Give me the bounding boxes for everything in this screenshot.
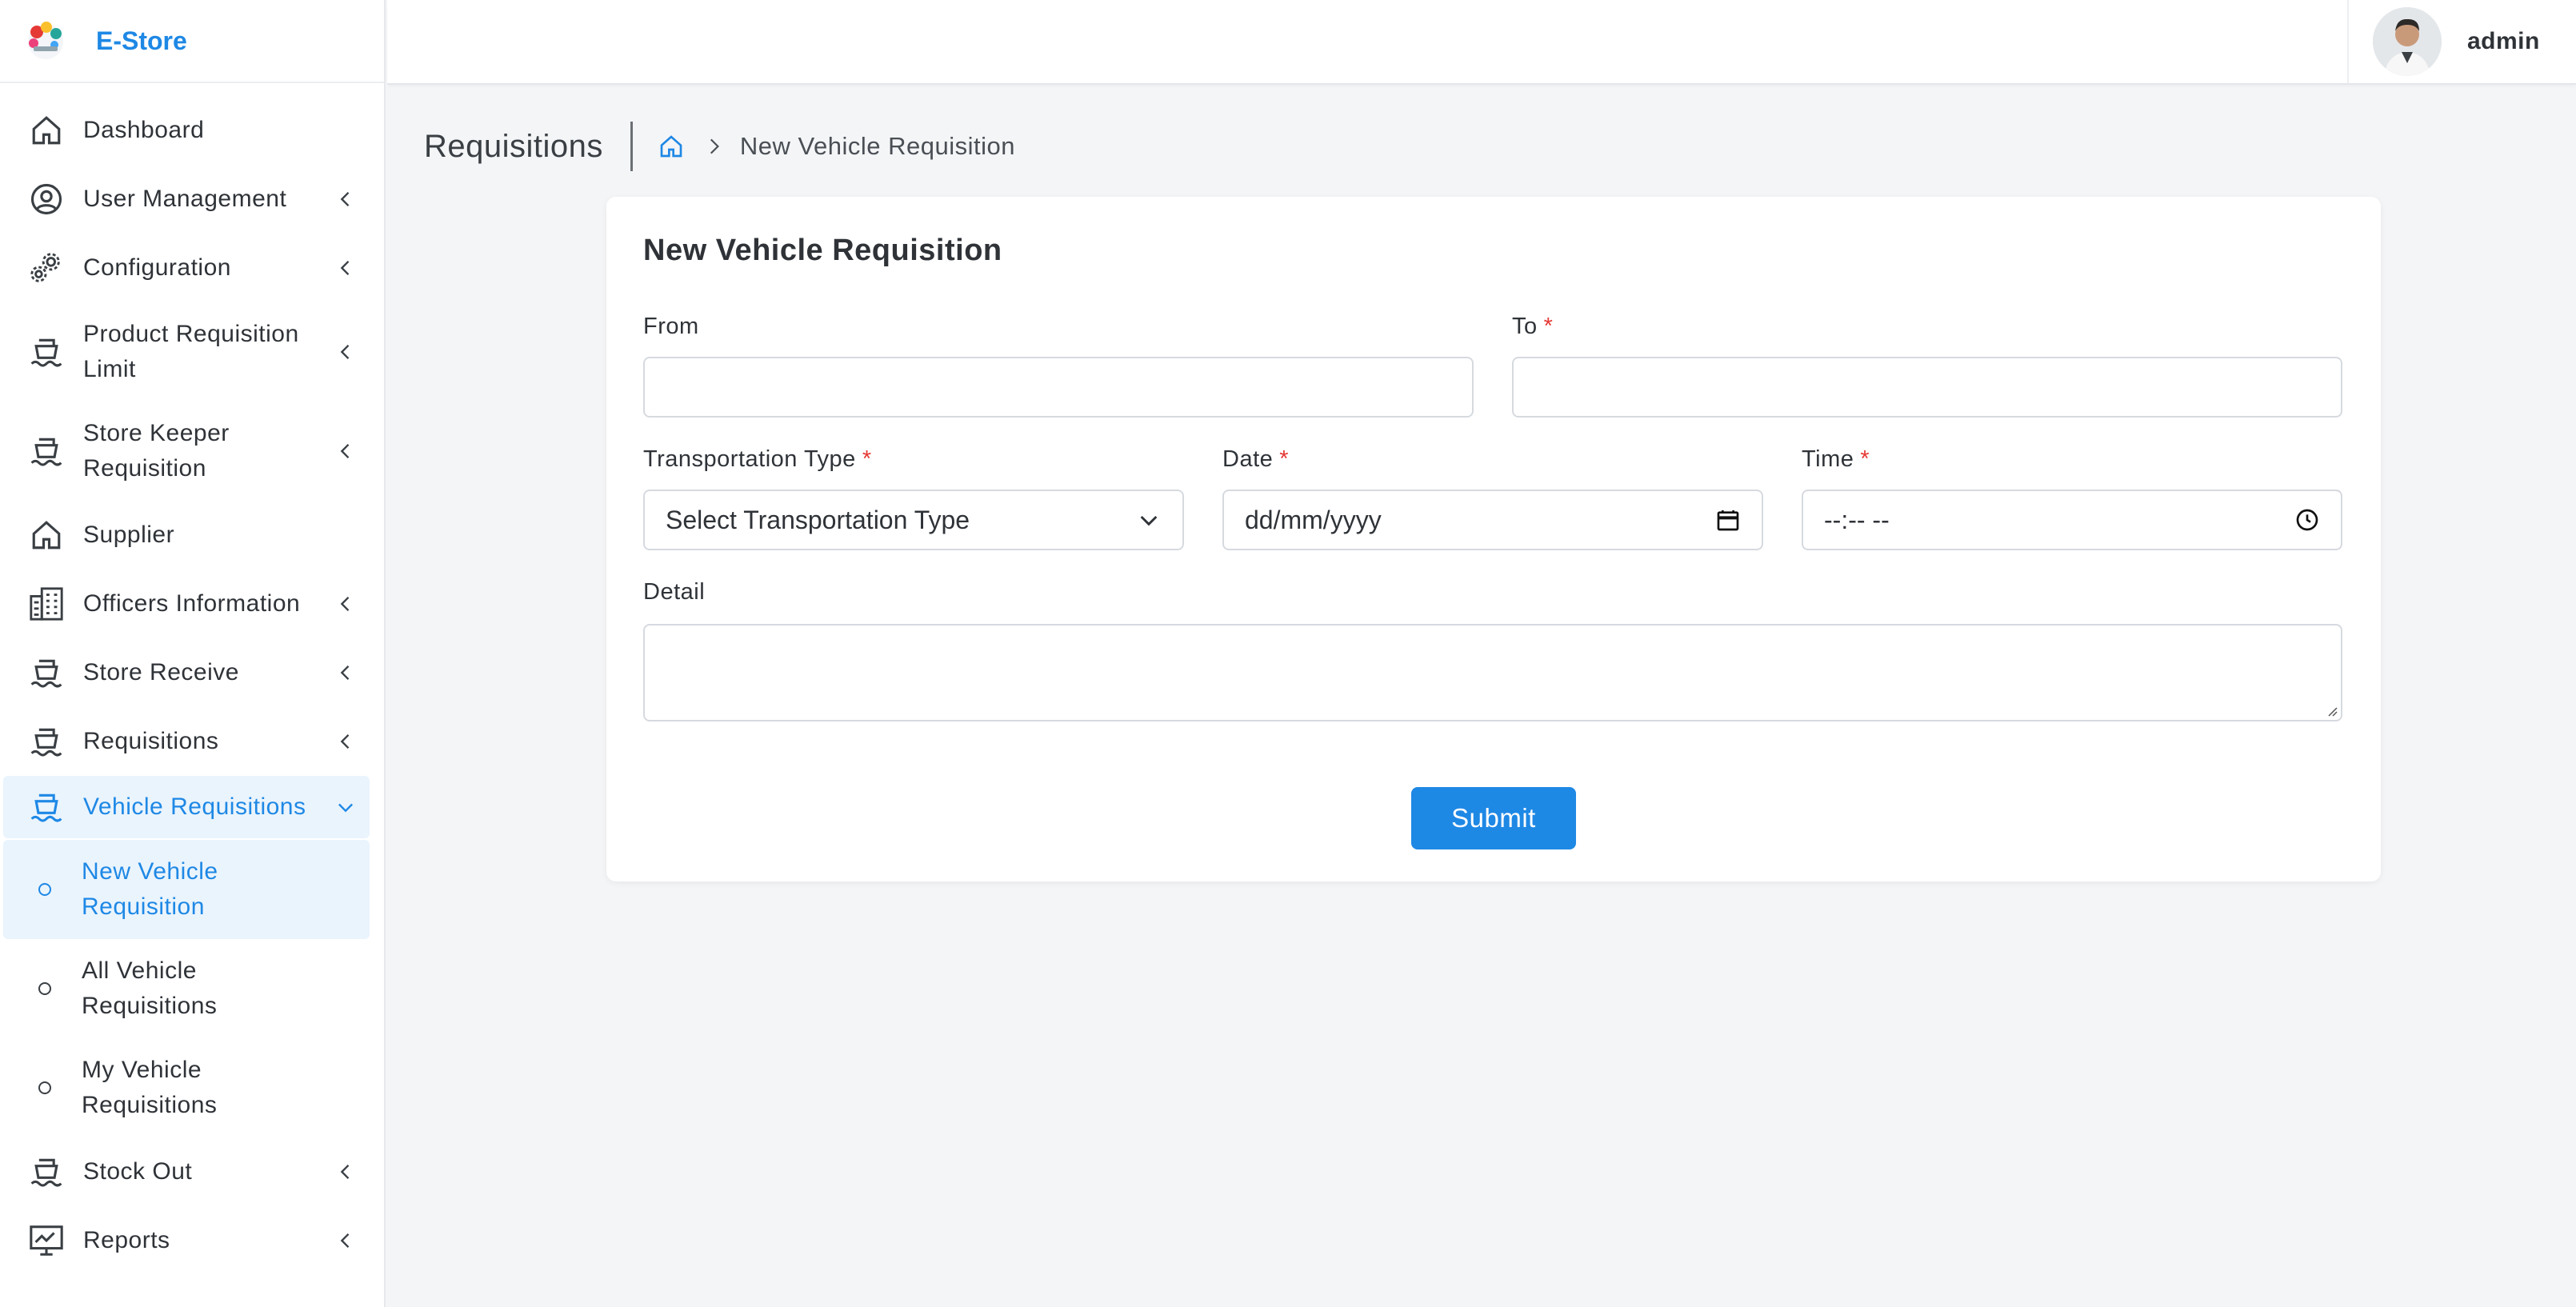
sidebar-subitem-label: New Vehicle Requisition bbox=[82, 858, 218, 920]
brand-name: E-Store bbox=[96, 26, 187, 55]
sidebar-item-supplier[interactable]: Supplier bbox=[0, 501, 384, 570]
user-name: admin bbox=[2467, 28, 2540, 54]
time-label: Time * bbox=[1802, 446, 1870, 472]
gears-icon bbox=[27, 249, 66, 287]
submit-button[interactable]: Submit bbox=[1411, 787, 1576, 849]
required-marker: * bbox=[862, 446, 872, 472]
chevron-left-icon bbox=[340, 345, 350, 359]
chevron-down-icon bbox=[1140, 515, 1158, 526]
sidebar-item-store-keeper-requisition[interactable]: Store Keeper Requisition bbox=[0, 402, 384, 501]
chevron-left-icon bbox=[340, 665, 350, 680]
sidebar-item-label: Store Keeper Requisition bbox=[83, 420, 230, 482]
chevron-left-icon bbox=[340, 734, 350, 749]
chevron-right-icon bbox=[710, 138, 719, 154]
date-label: Date * bbox=[1222, 446, 1290, 472]
to-label: To * bbox=[1512, 314, 1554, 339]
chevron-left-icon bbox=[340, 597, 350, 611]
sidebar-item-label: Vehicle Requisitions bbox=[83, 793, 306, 820]
required-marker: * bbox=[1543, 314, 1554, 339]
required-marker: * bbox=[1860, 446, 1870, 472]
chevron-left-icon bbox=[340, 1165, 350, 1179]
sidebar-item-requisitions[interactable]: Requisitions bbox=[0, 707, 384, 776]
sidebar-item-label: Supplier bbox=[83, 522, 175, 548]
sidebar-item-configuration[interactable]: Configuration bbox=[0, 234, 384, 302]
transportation-type-select[interactable]: Select Transportation Type bbox=[643, 490, 1184, 550]
building-icon bbox=[27, 585, 66, 623]
date-placeholder: dd/mm/yyyy bbox=[1245, 505, 1382, 534]
brand[interactable]: E-Store bbox=[0, 0, 384, 83]
circle-bullet-icon bbox=[38, 982, 51, 995]
time-input[interactable]: --:-- -- bbox=[1802, 490, 2342, 550]
time-placeholder: --:-- -- bbox=[1824, 505, 1890, 534]
sidebar-item-label: Requisitions bbox=[83, 728, 219, 754]
sidebar-item-store-receive[interactable]: Store Receive bbox=[0, 638, 384, 707]
sidebar-subitem-my-vehicle-requisitions[interactable]: My Vehicle Requisitions bbox=[0, 1038, 384, 1137]
sidebar-item-product-requisition-limit[interactable]: Product Requisition Limit bbox=[0, 302, 384, 402]
sidebar-item-label: Product Requisition Limit bbox=[83, 321, 299, 382]
sidebar: E-Store Dashboard User Management Config… bbox=[0, 0, 386, 1307]
chevron-left-icon bbox=[340, 444, 350, 458]
sidebar-subitem-all-vehicle-requisitions[interactable]: All Vehicle Requisitions bbox=[0, 939, 384, 1038]
calendar-icon[interactable] bbox=[1715, 507, 1741, 533]
chevron-left-icon bbox=[340, 1233, 350, 1248]
resize-handle-icon[interactable] bbox=[2325, 704, 2338, 717]
chevron-left-icon bbox=[340, 261, 350, 275]
sidebar-item-user-management[interactable]: User Management bbox=[0, 165, 384, 234]
detail-textarea[interactable] bbox=[643, 624, 2342, 721]
vehicle-requisition-form: New Vehicle Requisition From To * Transpo… bbox=[606, 197, 2381, 881]
sidebar-item-label: Configuration bbox=[83, 254, 231, 281]
sidebar-item-label: Reports bbox=[83, 1227, 170, 1253]
sidebar-item-label: Stock Out bbox=[83, 1158, 193, 1185]
topbar: admin bbox=[387, 0, 2576, 85]
detail-label: Detail bbox=[643, 579, 706, 605]
sidebar-item-label: Dashboard bbox=[83, 117, 205, 143]
user-circle-icon bbox=[27, 180, 66, 218]
estore-logo-icon bbox=[28, 22, 63, 59]
breadcrumb-home-icon[interactable] bbox=[658, 134, 684, 159]
sidebar-subitem-label: My Vehicle Requisitions bbox=[82, 1057, 218, 1118]
avatar bbox=[2373, 7, 2442, 76]
sidebar-nav: Dashboard User Management Configuration … bbox=[0, 83, 384, 1275]
clock-icon[interactable] bbox=[2294, 507, 2320, 533]
form-title: New Vehicle Requisition bbox=[643, 234, 1002, 267]
sidebar-subitem-label: All Vehicle Requisitions bbox=[82, 957, 218, 1019]
ship-icon bbox=[27, 654, 66, 692]
breadcrumb-current: New Vehicle Requisition bbox=[739, 132, 1015, 160]
sidebar-item-vehicle-requisitions[interactable]: Vehicle Requisitions bbox=[3, 776, 370, 838]
ship-icon bbox=[27, 722, 66, 761]
ship-icon bbox=[27, 333, 66, 371]
header-divider bbox=[630, 122, 633, 171]
from-label: From bbox=[643, 314, 699, 339]
chevron-down-icon bbox=[338, 803, 353, 813]
circle-bullet-icon bbox=[38, 1081, 51, 1094]
sidebar-item-officers-information[interactable]: Officers Information bbox=[0, 570, 384, 638]
required-marker: * bbox=[1279, 446, 1290, 472]
home-icon bbox=[27, 516, 66, 554]
transportation-type-label: Transportation Type * bbox=[643, 446, 872, 472]
chevron-left-icon bbox=[340, 192, 350, 206]
page-header: Requisitions New Vehicle Requisition bbox=[424, 120, 1015, 173]
home-icon bbox=[27, 111, 66, 150]
circle-bullet-icon bbox=[38, 883, 51, 896]
ship-icon bbox=[27, 1153, 66, 1191]
ship-icon bbox=[27, 788, 66, 826]
sidebar-item-reports[interactable]: Reports bbox=[0, 1206, 384, 1275]
transportation-type-value: Select Transportation Type bbox=[666, 505, 970, 534]
from-input[interactable] bbox=[643, 357, 1474, 418]
sidebar-item-dashboard[interactable]: Dashboard bbox=[0, 96, 384, 165]
ship-icon bbox=[27, 432, 66, 470]
sidebar-item-stock-out[interactable]: Stock Out bbox=[0, 1137, 384, 1206]
date-input[interactable]: dd/mm/yyyy bbox=[1222, 490, 1763, 550]
sidebar-item-label: User Management bbox=[83, 186, 287, 212]
user-menu[interactable]: admin bbox=[2347, 0, 2563, 83]
page-title: Requisitions bbox=[424, 128, 603, 164]
sidebar-item-label: Officers Information bbox=[83, 590, 301, 617]
sidebar-item-label: Store Receive bbox=[83, 659, 239, 685]
to-input[interactable] bbox=[1512, 357, 2342, 418]
monitor-chart-icon bbox=[27, 1221, 66, 1260]
sidebar-subitem-new-vehicle-requisition[interactable]: New Vehicle Requisition bbox=[3, 840, 370, 939]
